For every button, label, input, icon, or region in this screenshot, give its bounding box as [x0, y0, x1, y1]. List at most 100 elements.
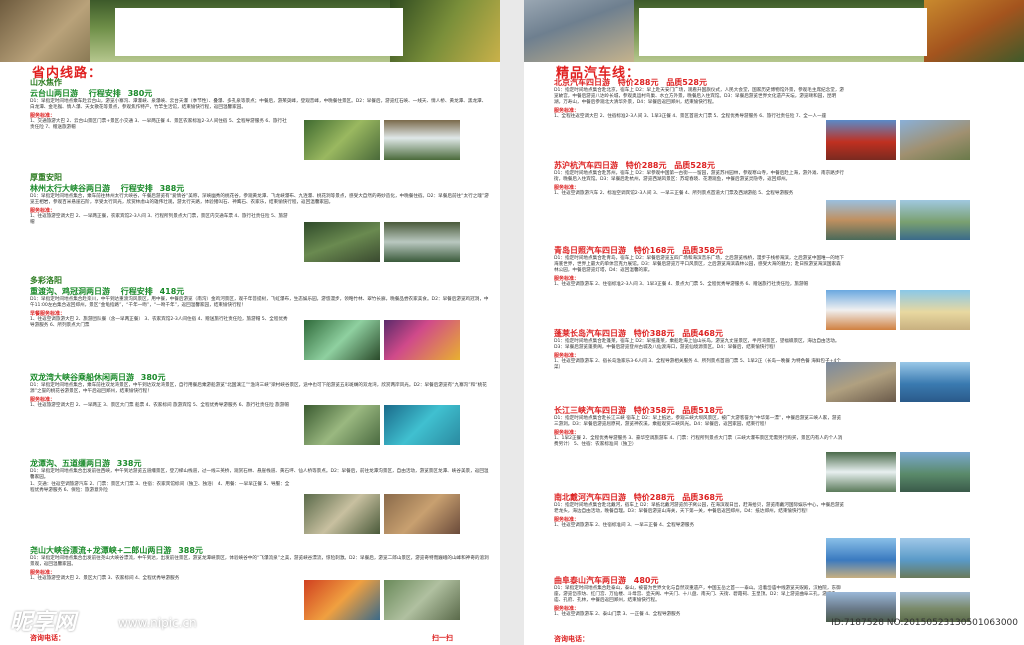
route-name: 苏沪杭汽车四日游: [554, 161, 618, 170]
service-standard: 1、往返旅游空调大巴 2、一早两正餐，农家宾馆2-3人间 3、行程所列景点大门票…: [30, 214, 288, 226]
photo-row: [304, 222, 460, 262]
price: 388元: [159, 184, 185, 193]
greatwall-photo: [900, 120, 970, 160]
watermark-id: ID:7187528 NO:20150523130501063000: [831, 618, 1018, 628]
rock-photo: [304, 494, 380, 534]
service-standard: 1、交通：往返空调旅游汽车 2、门票：景区大门票 3、住宿：农家宾馆标间（独卫、…: [30, 482, 290, 494]
itinerary-label: 行程安排: [88, 89, 121, 98]
route-description: D1：指定时间地点集合赴北戴河，宿车上 D2：早抵北戴河游览鸽子窝公园，在海滨观…: [554, 503, 845, 515]
itinerary-label: 行程安排: [120, 184, 153, 193]
qingdao-photo: [826, 290, 896, 330]
route-title: 林州太行大峡谷两日游 行程安排 388元: [30, 183, 490, 194]
route-title: 南北戴河汽车四日游 特价288元 品质368元: [554, 492, 1014, 503]
quality-price: 品质368元: [682, 493, 723, 502]
quality-price: 品质528元: [666, 78, 707, 87]
right-page: 精品汽车线： 北京汽车四日游 特价288元 品质528元 D1：指定时间地点集合…: [524, 0, 1024, 645]
route-description: D1：早指定时间地点集合赴栾川，中午到达重渡沟风景区，用中餐，中餐后游览（南沟）…: [30, 297, 489, 309]
photo-row: [826, 452, 970, 492]
beach-photo: [900, 290, 970, 330]
quality-price: 品质358元: [682, 246, 723, 255]
route-section: 尧山大峡谷漂流+龙潭峡+二郎山两日游 388元 D1：早指定时间地点集合出发前往…: [30, 545, 490, 582]
price: 380元: [140, 373, 166, 382]
photo-row: [304, 494, 460, 534]
itinerary-label: 行程安排: [120, 287, 153, 296]
river-photo: [304, 405, 380, 445]
photo-row: [826, 290, 970, 330]
route-title: 曲阜泰山汽车两日游 480元: [554, 575, 1014, 586]
price: 338元: [116, 459, 142, 468]
quality-price: 品质518元: [682, 406, 723, 415]
service-standard: 1、往返空调旅游车 2、宿长岛渔家乐3-6人间 3、全程导游相关服务 4、所列景…: [554, 359, 841, 371]
waterfall-photo: [384, 120, 460, 160]
watermark-logo: 昵享网: [10, 610, 77, 635]
route-title: 长江三峡汽车四日游 特价358元 品质518元: [554, 405, 1014, 416]
region-title: 山水焦作: [30, 78, 62, 87]
special-price: 特价358元: [633, 406, 675, 415]
route-description: D1：早指定时间地点集合，乘车前往双龙湾景区，中午到达双龙湾景区，自行用餐后乘游…: [30, 383, 487, 395]
tiananmen-photo: [826, 120, 896, 160]
cave-photo: [384, 320, 460, 360]
right-header-banner: [524, 0, 1024, 62]
route-name: 蓬莱长岛汽车四日游: [554, 329, 626, 338]
special-price: 特价388元: [633, 329, 675, 338]
special-price: 特价288元: [625, 161, 667, 170]
yangtze-photo: [900, 452, 970, 492]
route-name: 曲阜泰山汽车两日游: [554, 576, 626, 585]
photo-row: [304, 120, 460, 160]
great-wall-photo: [524, 0, 634, 62]
route-name: 龙潭沟、五道缰两日游: [30, 459, 110, 468]
left-header-banner: [0, 0, 500, 62]
forest-photo: [390, 0, 500, 62]
photo-row: [304, 580, 460, 620]
price: 388元: [178, 546, 203, 555]
consult-phone-label: 咨询电话：: [554, 635, 589, 643]
route-description: D1：早指定时间地点集合赴泰山，泰山，被誉为世界文化与自然双重遗产，中国五岳之首…: [554, 586, 841, 604]
route-section: 厚重安阳 林州太行大峡谷两日游 行程安排 388元 D1：早指定时间地点集合，乘…: [30, 172, 490, 226]
route-title: 苏沪杭汽车四日游 特价288元 品质528元: [554, 160, 1014, 171]
price: 418元: [159, 287, 185, 296]
quality-price: 品质528元: [674, 161, 715, 170]
route-name: 尧山大峡谷漂流+龙潭峡+二郎山两日游: [30, 546, 172, 555]
route-title: 蓬莱长岛汽车四日游 特价388元 品质468元: [554, 328, 1014, 339]
route-title: 龙潭沟、五道缰两日游 338元: [30, 458, 490, 469]
photo-row: [304, 320, 460, 360]
quality-price: 品质468元: [682, 329, 723, 338]
stream-photo: [304, 320, 380, 360]
logo-placeholder: [115, 8, 403, 56]
route-name: 双龙湾大峡谷乘船休闲两日游: [30, 373, 134, 382]
service-standard: 1、往返旅游空调大巴 2、一早两正 3、景区大门票 船票 4、农家标间 旅游宾馆…: [30, 403, 289, 409]
service-standard: 1、全程往返空调大巴 2、住宿标准2-3人间 3、1早3正餐 4、景区首道大门票…: [554, 114, 827, 120]
lake-photo: [384, 405, 460, 445]
sea-photo: [900, 362, 970, 402]
route-title: 尧山大峡谷漂流+龙潭峡+二郎山两日游 388元: [30, 545, 490, 556]
region-title: 厚重安阳: [30, 173, 62, 182]
penglai-photo: [826, 362, 896, 402]
rafting-photo: [304, 580, 380, 620]
route-description: D1：早指定时间地点集合出发前往尧山大峡谷漂流，中午到达，出发前往景区，游览龙潭…: [30, 556, 489, 568]
service-standard: 1、1早2正餐 2、全程优秀导游服务 3、豪华空调旅游车 4、门票：行程所列景点…: [554, 436, 843, 448]
route-description: D1：指定时间地点集合赴长江三峡 宿车上 D2：早上抵达，参观三峡大坝风景区，被…: [554, 416, 842, 428]
route-section: 苏沪杭汽车四日游 特价288元 品质528元 D1：指定时间地点集合赴苏州，宿车…: [554, 160, 1014, 197]
route-title: 云台山两日游 行程安排 380元: [30, 88, 490, 99]
route-section: 双龙湾大峡谷乘船休闲两日游 380元 D1：早指定时间地点集合，乘车前往双龙湾景…: [30, 372, 490, 409]
route-section: 长江三峡汽车四日游 特价358元 品质518元 D1：指定时间地点集合赴长江三峡…: [554, 405, 1014, 448]
route-name: 林州太行大峡谷两日游: [30, 184, 110, 193]
route-name: 北京汽车四日游: [554, 78, 610, 87]
special-price: 特价288元: [633, 493, 675, 502]
route-name: 重渡沟、鸡冠洞两日游: [30, 287, 110, 296]
route-section: 龙潭沟、五道缰两日游 338元 D1：早指定时间地点集合出发前往西峡，中午到达游…: [30, 458, 490, 494]
valley-photo: [304, 120, 380, 160]
logo-placeholder: [639, 8, 927, 56]
canyon-photo: [384, 494, 460, 534]
service-standard: 1、往返空调旅游车 2、住宿标准间 3、一早三正餐 4、全程导游服务: [554, 523, 695, 529]
photo-row: [826, 362, 970, 402]
service-standard: 1、往返空调旅游汽车 2、标准空调宾馆2-3人间 3、一早三正餐 4、所列景点首…: [554, 191, 794, 197]
beidaihe-photo: [826, 538, 896, 578]
photo-row: [304, 405, 460, 445]
route-title: 重渡沟、鸡冠洞两日游 行程安排 418元: [30, 286, 490, 297]
service-standard: 1、往返空调旅游车 2、住宿标准2-3人间 3、1早3正餐 4、景点大门票 5、…: [554, 282, 809, 288]
autumn-photo: [924, 0, 1024, 62]
route-description: D1：指定时间地点集合赴青岛，宿车上 D2：早餐后游览五四广场和海滨音乐广场，之…: [554, 256, 845, 274]
mountain-photo: [384, 580, 460, 620]
photo-row: [826, 120, 970, 160]
